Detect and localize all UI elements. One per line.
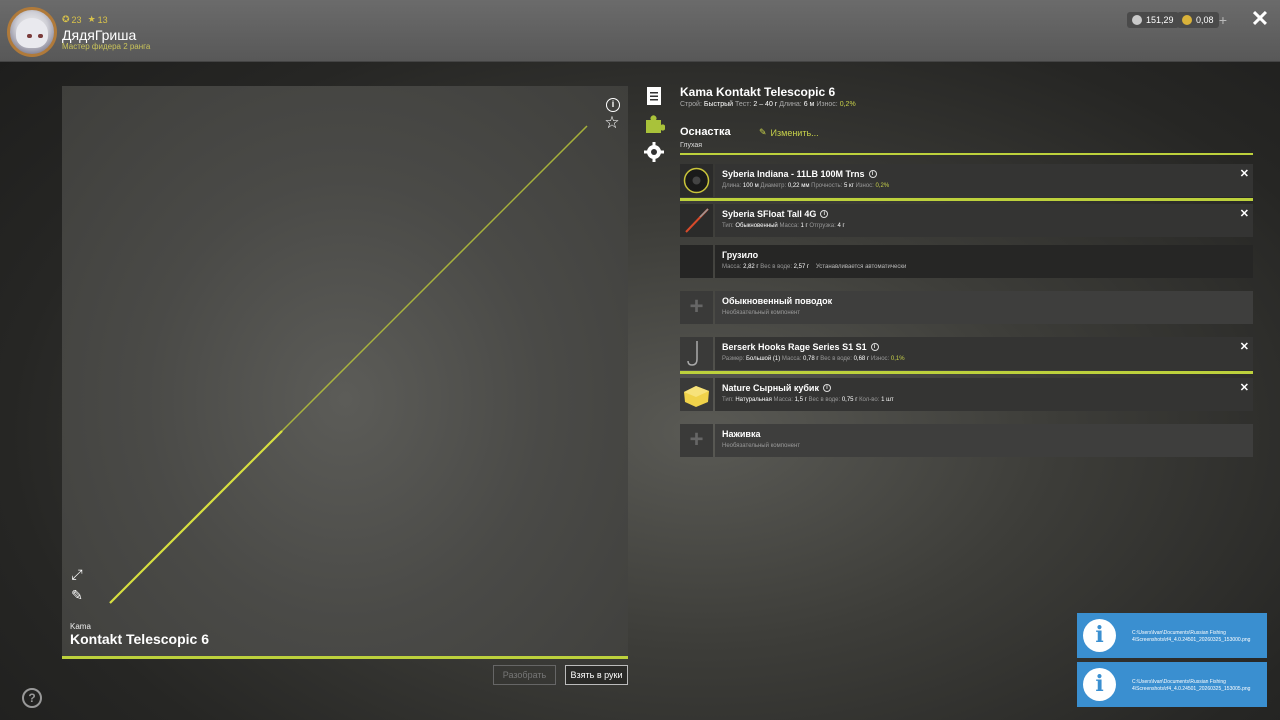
edit-tackle-link[interactable]: ✎ Изменить...	[759, 127, 819, 138]
star-level-icon: ★	[87, 14, 96, 24]
puzzle-icon[interactable]	[643, 113, 666, 135]
gold-balance: 0,08	[1177, 12, 1219, 28]
favorite-star-icon[interactable]: ☆	[603, 114, 621, 132]
screenshot-notification[interactable]: i C:\Users\Ivan\Documents\Russian Fishin…	[1077, 662, 1267, 707]
gold-coin-icon	[1182, 15, 1192, 25]
component-row-line[interactable]: Syberia Indiana - 11LB 100M Trns i Длина:…	[680, 164, 1253, 201]
screenshot-notification[interactable]: i C:\Users\Ivan\Documents\Russian Fishin…	[1077, 613, 1267, 658]
sinker-image	[680, 245, 713, 278]
silver-balance: 151,29	[1127, 12, 1179, 28]
tackle-title: Оснастка	[680, 126, 731, 138]
rod-image	[109, 125, 588, 604]
player-rank-title: Мастер фидера 2 ранга	[62, 42, 151, 51]
avatar[interactable]	[7, 7, 57, 57]
info-icon[interactable]: i	[822, 384, 831, 392]
rod-model: Kontakt Telescopic 6	[70, 631, 210, 647]
remove-icon[interactable]: ✕	[1240, 340, 1249, 353]
pen-icon[interactable]: ✎	[68, 586, 86, 604]
info-icon[interactable]: i	[604, 93, 622, 112]
rod-preview: i ☆ ⤢ ✎ Kama Kontakt Telescopic 6	[62, 86, 628, 659]
line-spool-image	[680, 164, 713, 197]
info-icon: i	[1083, 619, 1116, 652]
close-icon[interactable]: ✕	[1250, 8, 1270, 30]
top-bar: ✪ 23 ★ 13 ДядяГриша Мастер фидера 2 ранг…	[0, 0, 1280, 62]
document-icon[interactable]	[643, 85, 665, 107]
component-row-sinker[interactable]: Грузило Масса: 2,82 г Вес в воде: 2,57 г…	[680, 245, 1253, 278]
player-stats: ✪ 23 ★ 13	[62, 14, 108, 25]
rank-badge: ★ 13	[87, 14, 108, 25]
hook-image	[680, 337, 713, 370]
info-icon[interactable]: i	[820, 210, 829, 218]
tackle-subtitle: Глухая	[680, 142, 703, 149]
remove-icon[interactable]: ✕	[1240, 167, 1249, 180]
component-row-hook[interactable]: Berserk Hooks Rage Series S1 S1 i Размер:…	[680, 337, 1253, 374]
edit-icon: ✎	[759, 127, 767, 137]
level-icon: ✪	[62, 14, 70, 24]
component-row-float[interactable]: Syberia SFloat Tall 4G i Тип: Обыкновенны…	[680, 204, 1253, 237]
component-row-leader[interactable]: + Обыкновенный поводок Необязательный ко…	[680, 291, 1253, 324]
info-icon: i	[1083, 668, 1116, 701]
cheese-cube-image	[680, 378, 713, 411]
info-icon[interactable]: i	[870, 343, 879, 351]
level-badge: ✪ 23	[62, 14, 82, 25]
expand-icon[interactable]: ⤢	[68, 565, 86, 583]
rod-title: Kama Kontakt Telescopic 6	[680, 85, 836, 99]
gear-icon[interactable]	[643, 141, 665, 163]
rod-brand: Kama	[70, 622, 91, 631]
add-currency-button[interactable]: +	[1215, 12, 1231, 28]
float-image	[680, 204, 713, 237]
add-icon[interactable]: +	[680, 291, 713, 324]
take-in-hand-button[interactable]: Взять в руки	[565, 665, 628, 685]
disassemble-button[interactable]: Разобрать	[493, 665, 556, 685]
silver-coin-icon	[1132, 15, 1142, 25]
player-name: ДядяГриша	[62, 27, 137, 43]
add-icon[interactable]: +	[680, 424, 713, 457]
tackle-divider	[680, 153, 1253, 155]
preview-underline	[62, 656, 628, 659]
info-icon[interactable]: i	[868, 170, 877, 178]
remove-icon[interactable]: ✕	[1240, 207, 1249, 220]
component-row-nozzle[interactable]: + Наживка Необязательный компонент	[680, 424, 1253, 457]
help-icon[interactable]: ?	[22, 688, 42, 708]
remove-icon[interactable]: ✕	[1240, 381, 1249, 394]
component-row-bait[interactable]: Nature Сырный кубик i Тип: Натуральная Ма…	[680, 378, 1253, 411]
rod-specs: Строй: Быстрый Тест: 2 – 40 г Длина: 6 м…	[680, 101, 856, 108]
